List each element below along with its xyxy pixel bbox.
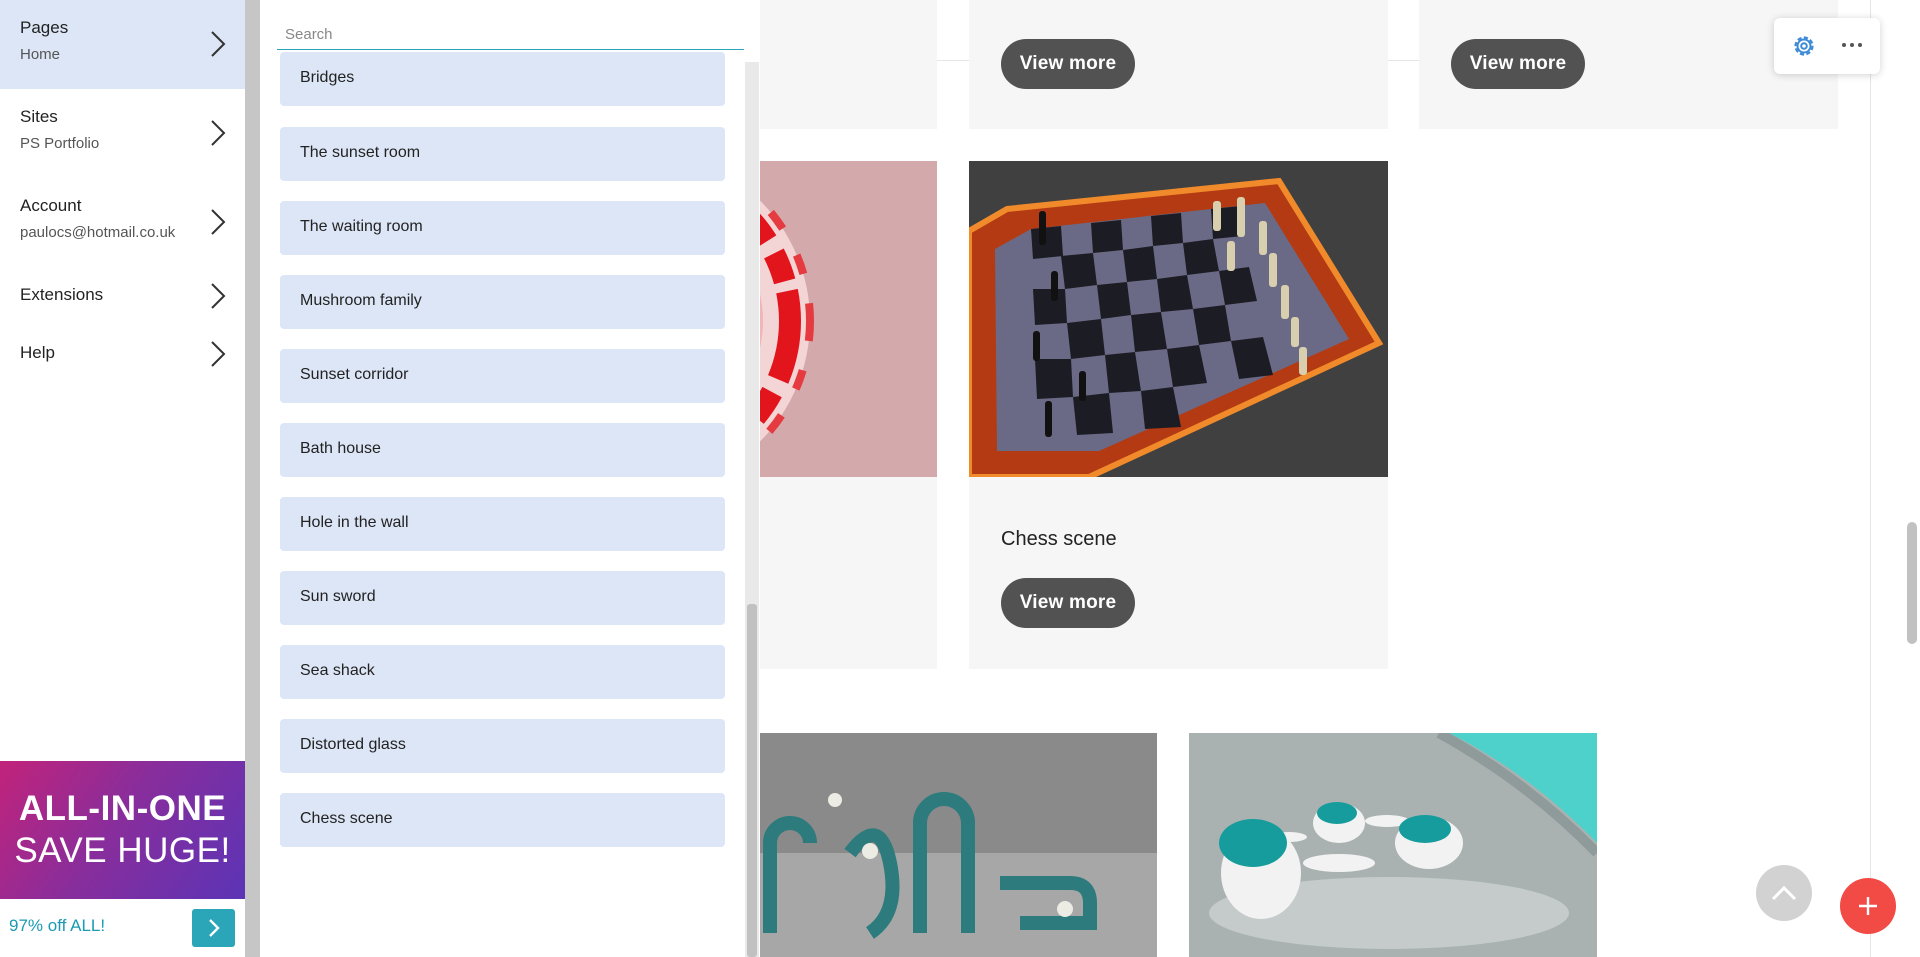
promo-panel: ALL-IN-ONE SAVE HUGE! 97% off ALL!: [0, 761, 245, 957]
page-list-item[interactable]: Bath house: [280, 423, 725, 477]
page-list-item-label: The sunset room: [300, 144, 421, 161]
page-list-item[interactable]: The waiting room: [280, 201, 725, 255]
nav-item-help[interactable]: Help: [0, 325, 245, 383]
page-list-item[interactable]: Chess scene: [280, 793, 725, 847]
nav-item-title: Account: [20, 196, 82, 215]
chevron-right-icon: [211, 283, 226, 309]
view-more-button[interactable]: View more: [1451, 39, 1585, 89]
project-image-chess-scene[interactable]: [969, 161, 1388, 477]
page-list-item[interactable]: Distorted glass: [280, 719, 725, 773]
page-list-item-label: Bath house: [300, 440, 381, 457]
nav-item-title: Extensions: [20, 285, 104, 304]
page-list-item-label: Chess scene: [300, 810, 393, 827]
chevron-right-icon: [211, 209, 226, 235]
nav-item-title: Pages: [20, 18, 69, 37]
nav-item-sites[interactable]: Sites PS Portfolio: [0, 89, 245, 178]
nav-item-subtitle: Home: [20, 46, 61, 63]
project-title: Chess scene: [1001, 528, 1117, 550]
gear-icon[interactable]: [1790, 32, 1818, 60]
chevron-right-icon: [211, 120, 226, 146]
plus-icon: [1859, 897, 1877, 915]
promo-go-button[interactable]: [192, 909, 235, 947]
page-list-item-label: Sunset corridor: [300, 366, 409, 383]
view-more-button[interactable]: View more: [1001, 39, 1135, 89]
promo-banner[interactable]: ALL-IN-ONE SAVE HUGE!: [0, 761, 245, 899]
page-list-item-label: Mushroom family: [300, 292, 422, 309]
nav-item-title: Help: [20, 343, 55, 362]
chevron-up-icon: [1771, 885, 1797, 901]
main-nav-panel: Pages Home Sites PS Portfolio Account pa…: [0, 0, 245, 957]
nav-item-title: Sites: [20, 107, 58, 126]
chevron-right-icon: [208, 919, 220, 937]
panel-divider: [245, 0, 260, 957]
pages-scrollbar-thumb[interactable]: [747, 604, 757, 957]
promo-offer-text[interactable]: 97% off ALL!: [9, 916, 105, 936]
page-list-item-label: Hole in the wall: [300, 514, 409, 531]
add-button[interactable]: [1840, 878, 1896, 934]
pages-search-input[interactable]: [277, 20, 744, 50]
promo-headline: ALL-IN-ONE: [18, 789, 227, 828]
site-scrollbar-track[interactable]: [1906, 0, 1920, 957]
promo-subheadline: SAVE HUGE!: [14, 831, 231, 870]
page-list-item-label: Distorted glass: [300, 736, 406, 753]
chevron-right-icon: [211, 341, 226, 367]
project-card: Chess scene View more: [969, 161, 1388, 669]
nav-item-account[interactable]: Account paulocs@hotmail.co.uk: [0, 178, 245, 267]
page-edge: [1870, 0, 1871, 957]
nav-item-pages[interactable]: Pages Home: [0, 0, 245, 89]
page-list-item-label: The waiting room: [300, 218, 423, 235]
page-list-item[interactable]: Bridges: [280, 52, 725, 106]
scroll-up-button[interactable]: [1756, 865, 1812, 921]
chevron-right-icon: [211, 31, 226, 57]
view-more-button[interactable]: View more: [1001, 578, 1135, 628]
nav-item-extensions[interactable]: Extensions: [0, 267, 245, 325]
page-list-item[interactable]: Sun sword: [280, 571, 725, 625]
nav-item-subtitle: PS Portfolio: [20, 135, 100, 152]
page-list-item[interactable]: Sea shack: [280, 645, 725, 699]
page-list-item-label: Sun sword: [300, 588, 376, 605]
page-list-item[interactable]: Hole in the wall: [280, 497, 725, 551]
nav-item-subtitle: paulocs@hotmail.co.uk: [20, 224, 176, 241]
project-image-teal-lounge[interactable]: [1189, 733, 1597, 957]
page-list-item-label: Bridges: [300, 69, 355, 86]
project-card: View more: [969, 0, 1388, 129]
site-scrollbar-thumb[interactable]: [1907, 522, 1917, 644]
page-list-item[interactable]: Sunset corridor: [280, 349, 725, 403]
page-list-item-label: Sea shack: [300, 662, 375, 679]
editor-toolbar: [1774, 18, 1880, 74]
page-list-item[interactable]: The sunset room: [280, 127, 725, 181]
more-options-icon[interactable]: [1836, 30, 1868, 60]
pages-panel: Bridges The sunset room The waiting room…: [260, 0, 760, 957]
page-list-item[interactable]: Mushroom family: [280, 275, 725, 329]
